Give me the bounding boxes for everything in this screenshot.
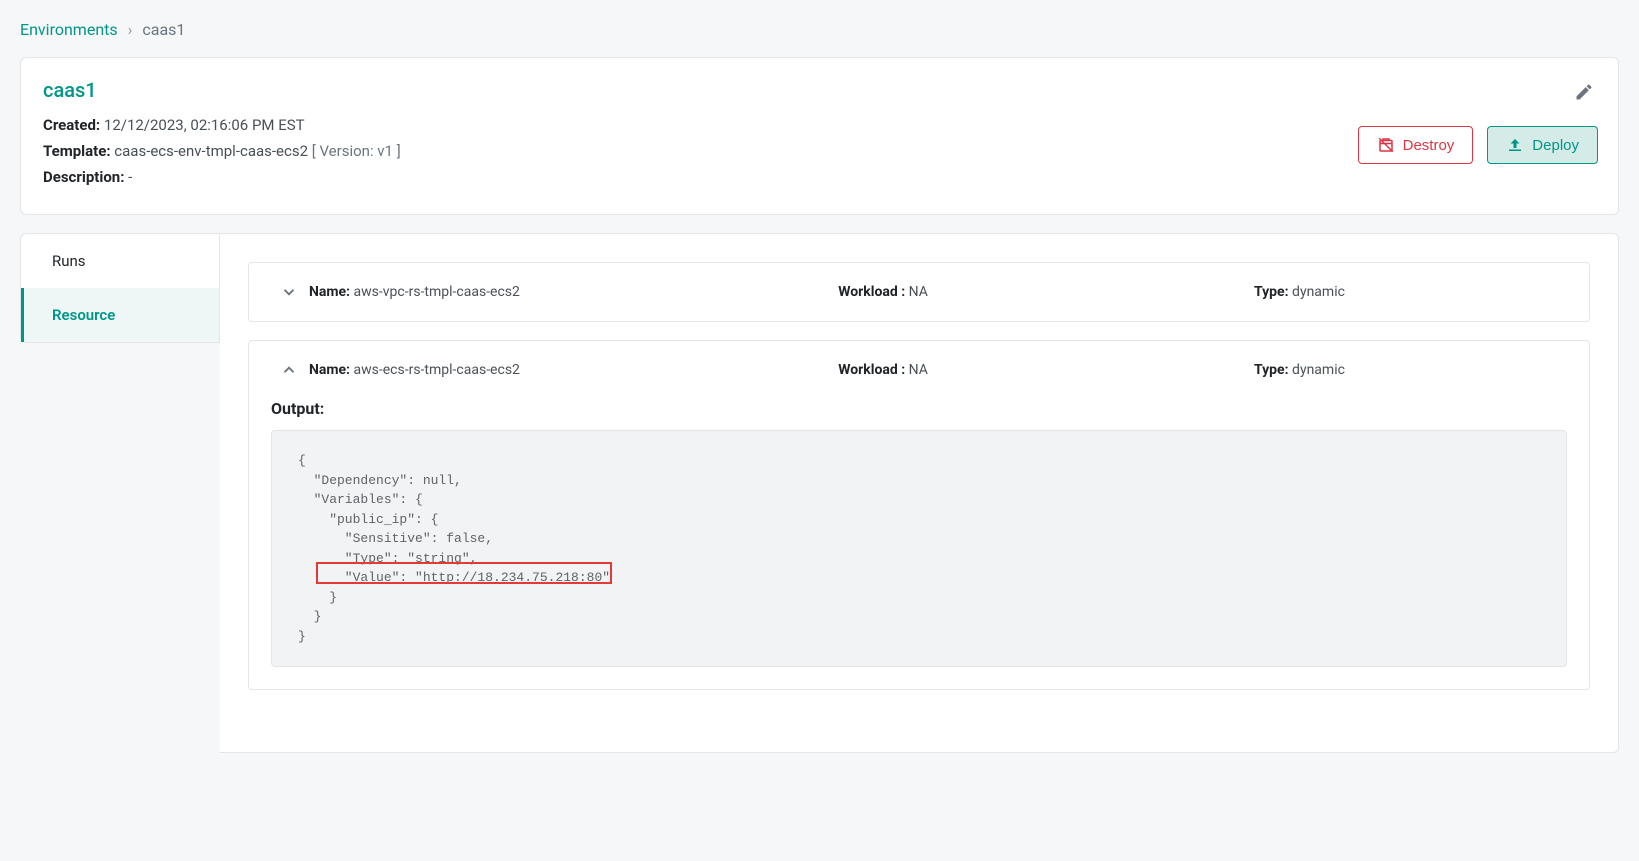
output-code-block: { "Dependency": null, "Variables": { "pu… — [271, 430, 1567, 667]
template-label: Template: — [43, 142, 111, 160]
workload-label: Workload : — [838, 284, 905, 300]
action-buttons: Destroy Deploy — [1358, 126, 1598, 164]
edit-icon[interactable] — [1570, 78, 1598, 106]
type-label: Type: — [1254, 284, 1289, 300]
environment-header-card: caas1 Created: 12/12/2023, 02:16:06 PM E… — [20, 57, 1619, 215]
resource-fields-2: Name: aws-ecs-rs-tmpl-caas-ecs2 Workload… — [309, 362, 1569, 378]
type-label: Type: — [1254, 362, 1289, 378]
destroy-button[interactable]: Destroy — [1358, 126, 1474, 164]
resource-header-2[interactable]: Name: aws-ecs-rs-tmpl-caas-ecs2 Workload… — [249, 341, 1589, 399]
name-label: Name: — [309, 284, 350, 300]
workload-label: Workload : — [838, 362, 905, 378]
destroy-label: Destroy — [1403, 137, 1455, 154]
description-value-text: - — [128, 168, 132, 186]
workload-value-text: NA — [909, 284, 928, 300]
card-actions — [1570, 78, 1598, 106]
type-value-text: dynamic — [1292, 284, 1345, 300]
page-title: caas1 — [43, 78, 1596, 102]
chevron-up-icon — [269, 361, 309, 379]
description-label: Description: — [43, 168, 124, 186]
side-tabs: Runs Resource — [20, 233, 220, 343]
created-value-text: 12/12/2023, 02:16:06 PM EST — [104, 116, 305, 134]
destroy-icon — [1377, 136, 1395, 154]
template-value-text: caas-ecs-env-tmpl-caas-ecs2 — [114, 142, 308, 160]
description-row: Description: - — [43, 168, 1596, 186]
tab-resource[interactable]: Resource — [21, 288, 219, 342]
name-value-text: aws-vpc-rs-tmpl-caas-ecs2 — [354, 284, 520, 300]
resource-row-collapsed: Name: aws-vpc-rs-tmpl-caas-ecs2 Workload… — [248, 262, 1590, 322]
breadcrumb-separator: › — [128, 20, 133, 39]
deploy-icon — [1506, 136, 1524, 154]
breadcrumb-current: caas1 — [142, 20, 185, 39]
workload-value-text: NA — [909, 362, 928, 378]
tab-runs[interactable]: Runs — [21, 234, 219, 288]
name-value-text: aws-ecs-rs-tmpl-caas-ecs2 — [354, 362, 520, 378]
resource-fields-1: Name: aws-vpc-rs-tmpl-caas-ecs2 Workload… — [309, 284, 1569, 300]
output-label: Output: — [271, 399, 1567, 418]
type-value-text: dynamic — [1292, 362, 1345, 378]
breadcrumb: Environments › caas1 — [20, 20, 1619, 39]
deploy-label: Deploy — [1532, 137, 1579, 154]
breadcrumb-root-link[interactable]: Environments — [20, 20, 118, 39]
name-label: Name: — [309, 362, 350, 378]
created-label: Created: — [43, 116, 100, 134]
resource-row-expanded: Name: aws-ecs-rs-tmpl-caas-ecs2 Workload… — [248, 340, 1590, 690]
resource-header-1[interactable]: Name: aws-vpc-rs-tmpl-caas-ecs2 Workload… — [249, 263, 1589, 321]
output-json: { "Dependency": null, "Variables": { "pu… — [298, 453, 610, 644]
deploy-button[interactable]: Deploy — [1487, 126, 1598, 164]
chevron-down-icon — [269, 283, 309, 301]
resource-body: Output: { "Dependency": null, "Variables… — [249, 399, 1589, 689]
main-layout: Runs Resource Name: aws-vpc-rs-tmpl-caas… — [20, 233, 1619, 753]
content-panel: Name: aws-vpc-rs-tmpl-caas-ecs2 Workload… — [220, 233, 1619, 753]
template-version-text: [ Version: v1 ] — [312, 142, 401, 160]
